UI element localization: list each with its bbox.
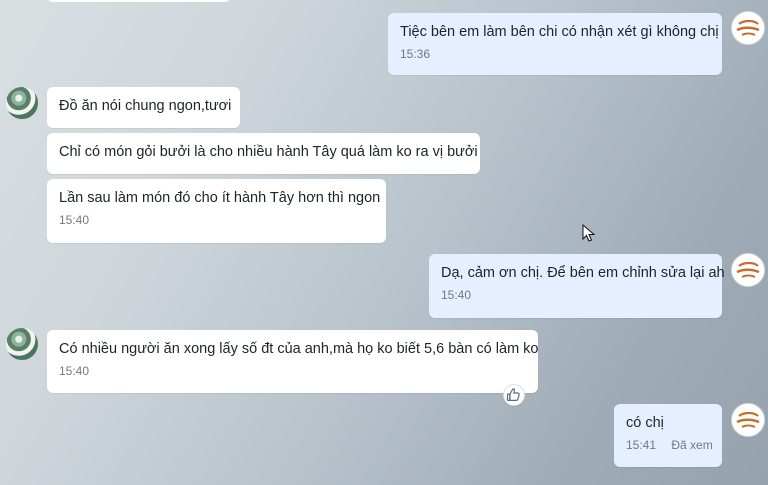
message-text: Đồ ăn nói chung ngon,tươi [59, 98, 232, 114]
message-text: Dạ, cảm ơn chị. Để bên em chỉnh sửa lại … [441, 265, 725, 281]
brand-logo-avatar[interactable] [731, 11, 765, 45]
message-bubble-incoming[interactable]: Đồ ăn nói chung ngon,tươi [47, 87, 240, 128]
user-avatar[interactable] [5, 327, 39, 361]
message-seen-status: Đã xem [671, 438, 713, 452]
message-time: 15:40 [441, 288, 472, 302]
user-avatar[interactable] [5, 86, 39, 120]
brand-logo-avatar[interactable] [731, 253, 765, 287]
message-bubble-outgoing[interactable]: Dạ, cảm ơn chị. Để bên em chỉnh sửa lại … [429, 254, 725, 318]
chat-panel: Tiệc bên em làm bên chi có nhận xét gì k… [0, 0, 768, 485]
message-bubble-outgoing[interactable]: có chị 15:41 Đã xem [614, 404, 722, 467]
message-text: Có nhiều người ăn xong lấy số đt của anh… [59, 341, 539, 357]
message-meta: 15:41 Đã xem [626, 437, 713, 453]
message-time: 15:41 [626, 438, 657, 452]
brand-logo-icon [736, 19, 760, 36]
message-time: 15:40 [59, 213, 90, 227]
brand-logo-avatar[interactable] [731, 403, 765, 437]
brand-logo-icon [736, 411, 760, 428]
message-time: 15:40 [59, 364, 90, 378]
thumbs-up-icon [506, 388, 520, 402]
message-bubble-incoming[interactable]: Lần sau làm món đó cho ít hành Tây hơn t… [47, 179, 386, 243]
message-text: có chị [626, 415, 664, 431]
message-bubble-incoming[interactable]: Chỉ có món gỏi bưởi là cho nhiều hành Tâ… [47, 133, 480, 174]
message-text: Tiệc bên em làm bên chi có nhận xét gì k… [400, 24, 719, 40]
reaction-button[interactable] [503, 384, 525, 406]
previous-message-fragment [47, 0, 231, 2]
message-text: Chỉ có món gỏi bưởi là cho nhiều hành Tâ… [59, 144, 478, 160]
message-time: 15:36 [400, 47, 431, 61]
mouse-pointer-icon [582, 224, 596, 242]
message-bubble-outgoing[interactable]: Tiệc bên em làm bên chi có nhận xét gì k… [388, 13, 722, 75]
brand-logo-icon [736, 261, 760, 278]
message-text: Lần sau làm món đó cho ít hành Tây hơn t… [59, 190, 381, 206]
message-bubble-incoming[interactable]: Có nhiều người ăn xong lấy số đt của anh… [47, 330, 538, 393]
